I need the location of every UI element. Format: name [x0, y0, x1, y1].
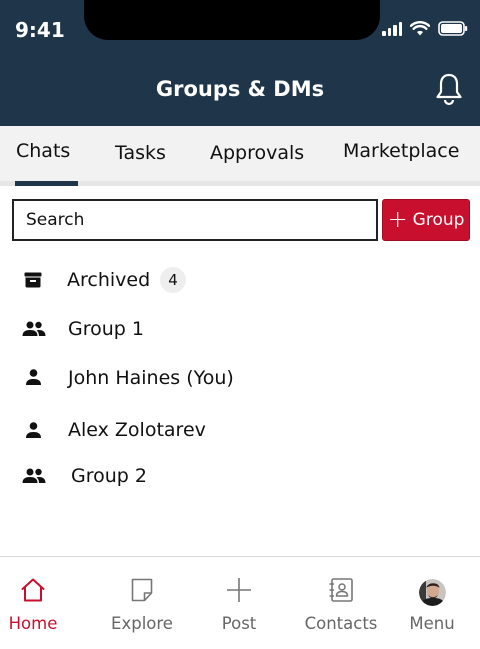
- nav-label: Home: [8, 614, 58, 633]
- list-item-label: Archived: [67, 269, 151, 291]
- nav-label: Post: [221, 614, 257, 633]
- status-time: 9:41: [15, 18, 65, 42]
- tab-chats[interactable]: Chats: [16, 140, 70, 162]
- nav-label: Menu: [409, 614, 455, 633]
- list-item-john-haines[interactable]: John Haines (You): [0, 356, 480, 400]
- nav-label: Contacts: [304, 614, 378, 633]
- home-icon: [19, 577, 47, 617]
- battery-icon: [438, 20, 468, 36]
- nav-home[interactable]: Home: [0, 557, 66, 649]
- person-icon: [26, 422, 41, 438]
- bell-icon[interactable]: [434, 72, 464, 106]
- cellular-signal-icon: [382, 20, 402, 36]
- wifi-icon: [410, 20, 430, 35]
- group-icon: [22, 321, 46, 337]
- tab-marketplace[interactable]: Marketplace: [343, 140, 459, 162]
- list-item-archived[interactable]: Archived 4: [0, 258, 480, 302]
- tab-bar: Chats Tasks Approvals Marketplace: [0, 126, 480, 186]
- list-item-label: Alex Zolotarev: [68, 419, 206, 441]
- plus-icon: [226, 577, 252, 617]
- page-title: Groups & DMs: [155, 77, 325, 101]
- plus-icon: +: [387, 204, 408, 233]
- add-group-button[interactable]: + Group: [382, 199, 470, 241]
- nav-explore[interactable]: Explore: [104, 557, 180, 649]
- nav-contacts[interactable]: Contacts: [299, 557, 383, 649]
- tab-approvals[interactable]: Approvals: [210, 142, 304, 164]
- list-item-label: Group 1: [68, 318, 144, 340]
- avatar: [418, 579, 446, 617]
- note-icon: [130, 577, 154, 617]
- tab-tasks[interactable]: Tasks: [115, 142, 166, 164]
- list-item-label: John Haines (You): [68, 367, 234, 389]
- search-input[interactable]: [12, 199, 378, 241]
- status-icons: [382, 20, 468, 36]
- active-tab-indicator: [15, 181, 78, 186]
- bottom-nav: Home Explore Post Contacts Menu: [0, 556, 480, 649]
- contacts-icon: [328, 577, 354, 617]
- person-icon: [26, 369, 41, 385]
- nav-post[interactable]: Post: [213, 557, 265, 649]
- group-icon: [22, 468, 46, 484]
- device-notch: [84, 0, 380, 40]
- nav-menu[interactable]: Menu: [404, 557, 460, 649]
- list-item-label: Group 2: [71, 465, 147, 487]
- list-item-group-1[interactable]: Group 1: [0, 307, 480, 351]
- nav-label: Explore: [111, 614, 173, 633]
- list-item-alex-zolotarev[interactable]: Alex Zolotarev: [0, 408, 480, 452]
- app-header: 9:41 Groups & DMs: [0, 0, 480, 126]
- add-group-label: Group: [412, 210, 465, 230]
- list-item-group-2[interactable]: Group 2: [0, 454, 480, 498]
- archived-count-badge: 4: [160, 267, 186, 293]
- archive-icon: [24, 272, 42, 288]
